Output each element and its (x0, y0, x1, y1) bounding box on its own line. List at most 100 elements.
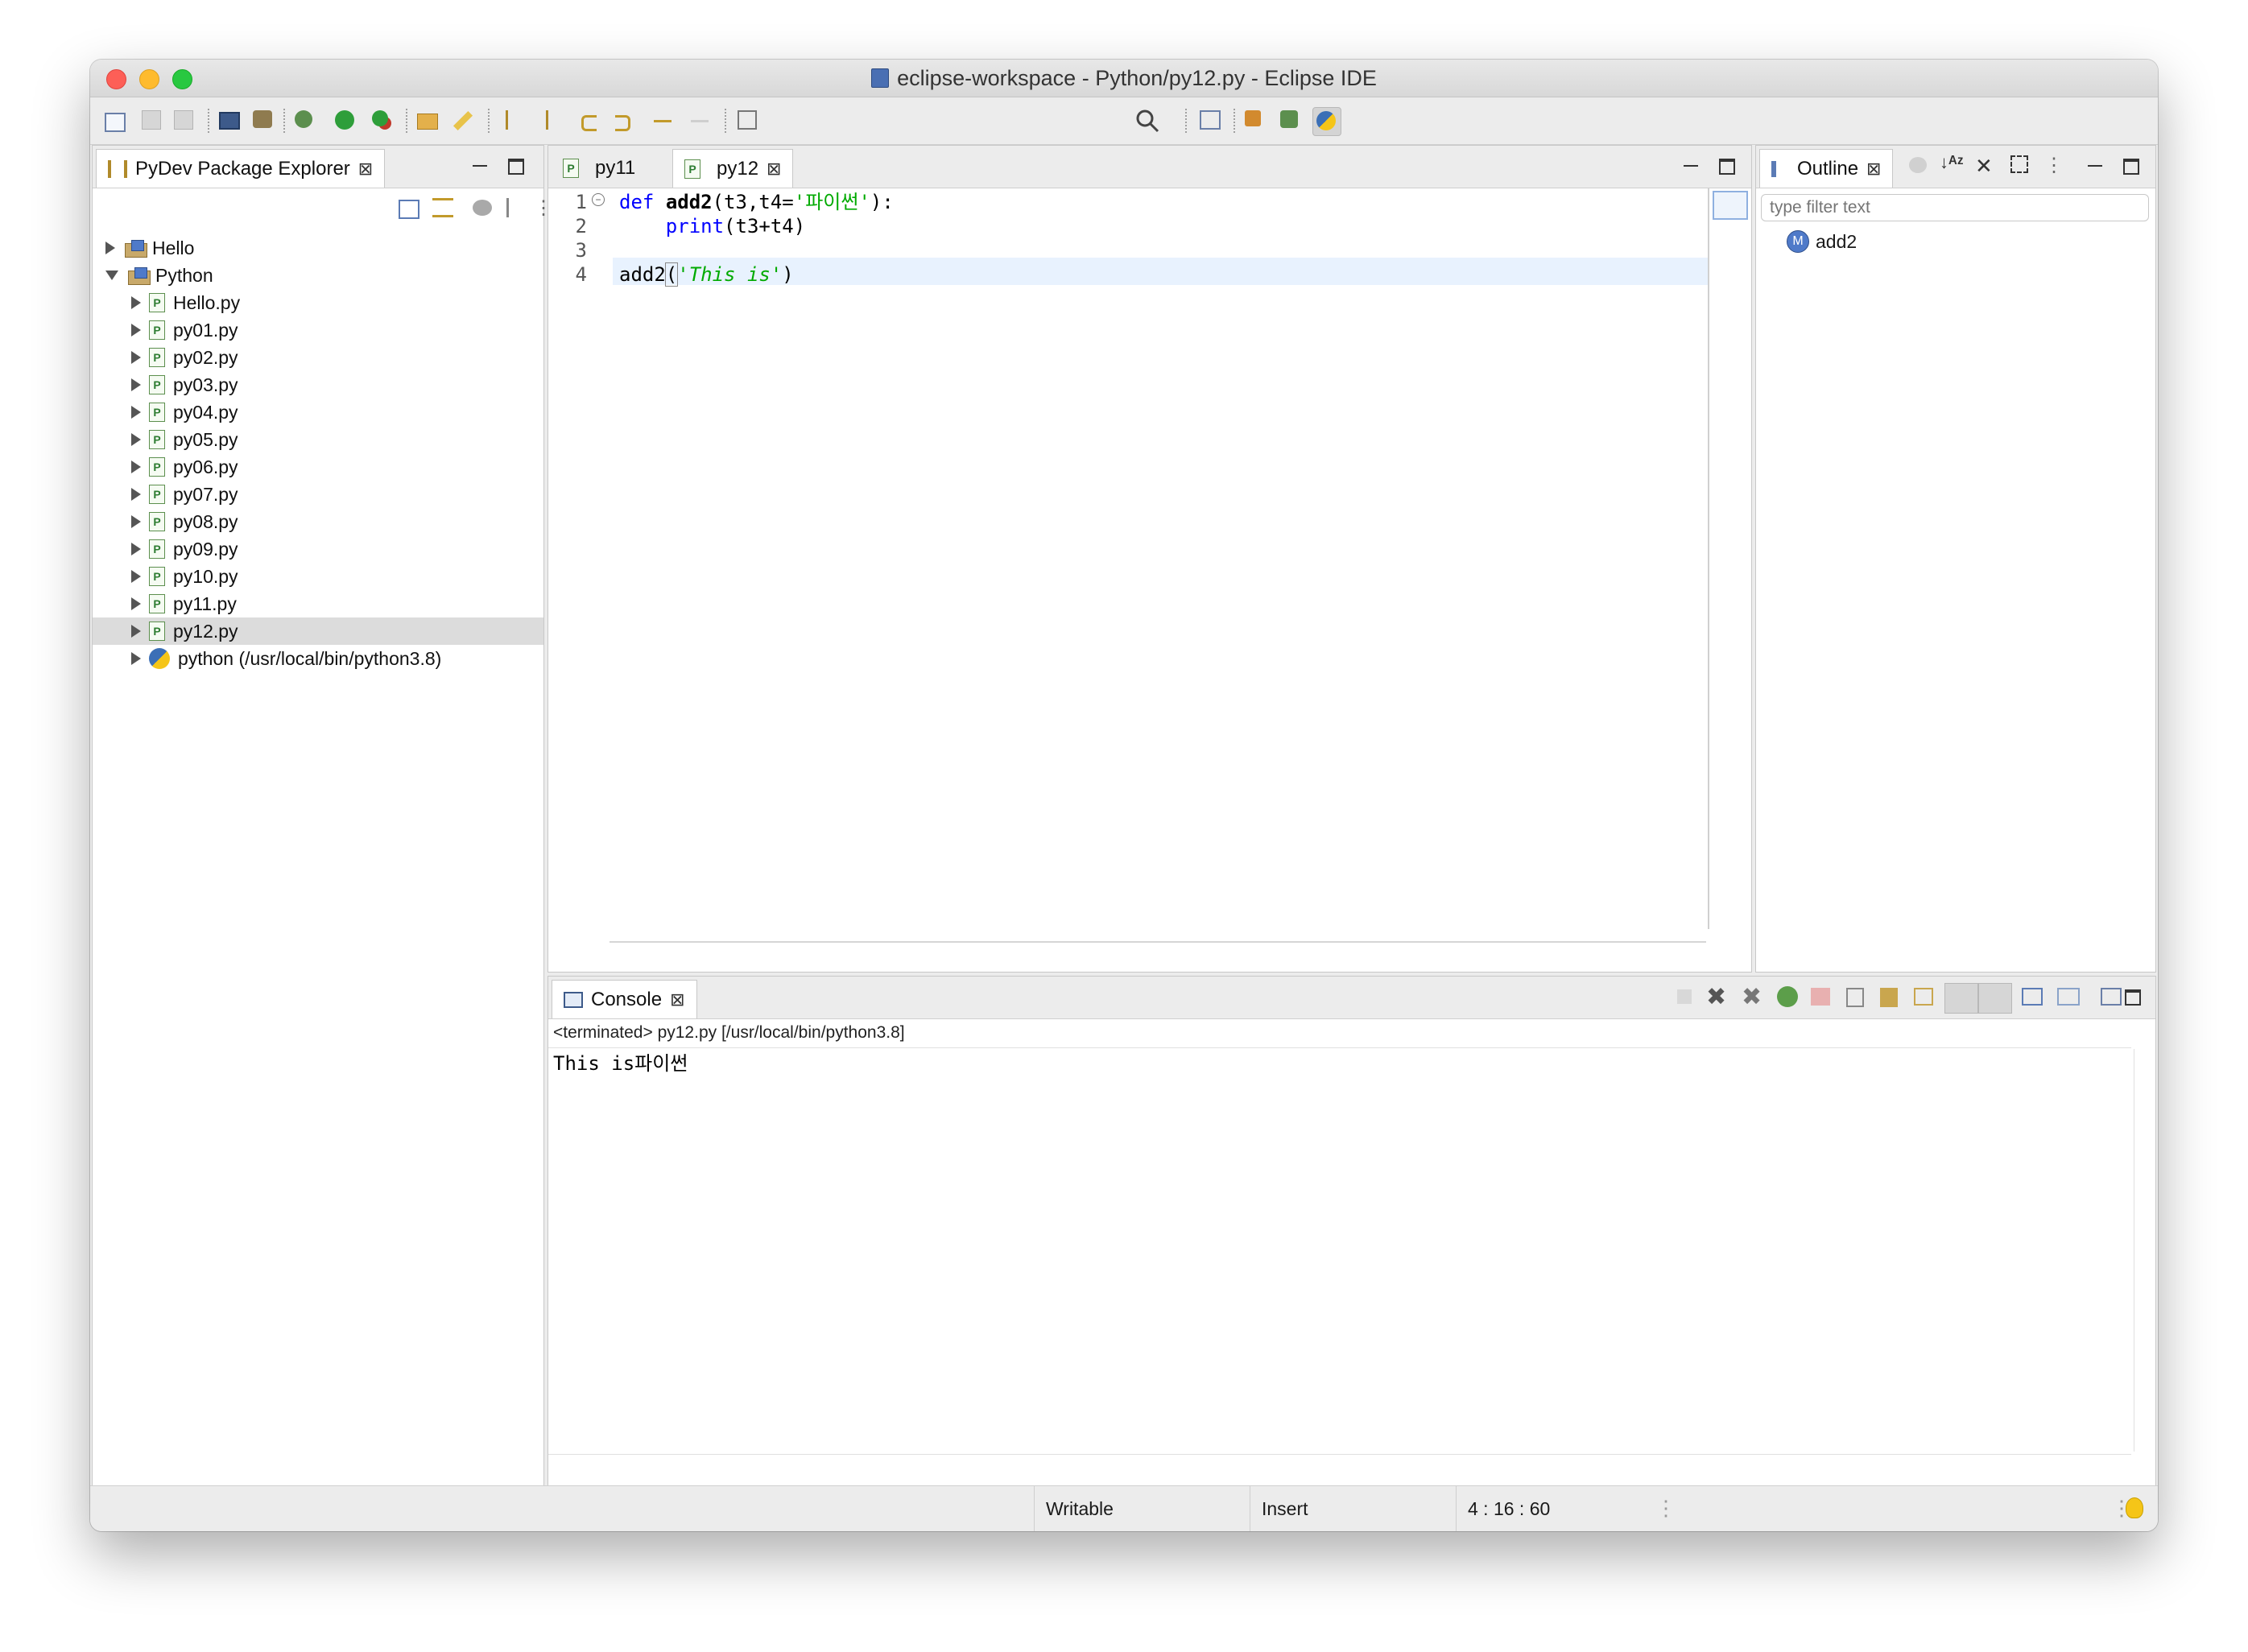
search-icon[interactable] (1134, 107, 1161, 134)
expand-arrow-icon[interactable] (131, 625, 141, 638)
last-edit-location-icon[interactable] (578, 107, 605, 134)
expand-arrow-icon[interactable] (131, 597, 141, 610)
open-console-icon[interactable] (2101, 988, 2122, 1006)
stop-icon[interactable] (1811, 988, 1830, 1006)
tree-item-project[interactable]: Python (93, 262, 543, 289)
clear-console-icon[interactable] (1846, 988, 1864, 1007)
tree-item-file-selected[interactable]: Ppy12.py (93, 617, 543, 645)
expand-arrow-icon[interactable] (131, 296, 141, 309)
debug-perspective-icon[interactable] (1277, 107, 1304, 134)
tab-outline[interactable]: Outline ⊠ (1759, 149, 1894, 188)
tree-item-file[interactable]: Ppy04.py (93, 399, 543, 426)
collapse-all-icon[interactable]: ✕ (1975, 154, 1993, 179)
tree-item-file[interactable]: Ppy03.py (93, 371, 543, 399)
pin-editor-icon[interactable] (734, 107, 762, 134)
close-icon[interactable]: ⊠ (767, 159, 781, 180)
tab-py11[interactable]: P py11 (552, 149, 672, 188)
tree-item-file[interactable]: Ppy01.py (93, 316, 543, 344)
tree-item-file[interactable]: Ppy07.py (93, 481, 543, 508)
run-external-icon[interactable] (369, 107, 396, 134)
close-icon[interactable]: ⊠ (1866, 159, 1881, 180)
back-arrow-icon[interactable] (651, 107, 678, 134)
expand-arrow-icon[interactable] (131, 406, 141, 419)
prev-annotation-icon[interactable] (536, 107, 564, 134)
fold-icon[interactable]: − (592, 193, 605, 206)
expand-arrow-icon[interactable] (131, 488, 141, 501)
collapse-arrow-icon[interactable] (105, 271, 118, 280)
lightbulb-icon[interactable] (2126, 1497, 2143, 1518)
save-button[interactable] (138, 107, 166, 134)
tree-item-file[interactable]: Ppy08.py (93, 508, 543, 535)
pin-console-icon[interactable] (2022, 988, 2043, 1006)
link-with-editor-icon[interactable] (432, 198, 453, 217)
next-annotation-icon[interactable] (496, 107, 523, 134)
console-output-area[interactable]: This is파이썬 (548, 1047, 2131, 1455)
expand-arrow-icon[interactable] (105, 242, 115, 254)
expand-arrow-icon[interactable] (131, 570, 141, 583)
open-perspective-icon[interactable] (1196, 107, 1224, 134)
forward-edit-icon[interactable] (612, 107, 639, 134)
open-folder-icon[interactable] (414, 107, 441, 134)
view-menu-icon[interactable]: ⋮ (2044, 154, 2064, 177)
tree-item-file[interactable]: Ppy10.py (93, 563, 543, 590)
terminal-icon[interactable] (216, 107, 243, 134)
maximize-view-button[interactable] (506, 157, 524, 175)
remove-all-icon[interactable]: ✖ (1742, 983, 1762, 1011)
minimize-editor-button[interactable] (1682, 157, 1700, 175)
show-stderr-icon[interactable] (1978, 983, 2012, 1014)
run-icon[interactable] (332, 107, 359, 134)
maximize-view-button[interactable] (2122, 157, 2139, 175)
tree-item-project[interactable]: Hello (93, 234, 543, 262)
tab-console[interactable]: Console ⊠ (552, 980, 697, 1018)
sort-icon[interactable]: ↓ᴬᶻ (1940, 152, 1964, 173)
expand-arrow-icon[interactable] (131, 543, 141, 555)
remove-launch-icon[interactable]: ✖ (1706, 983, 1726, 1011)
minimize-view-button[interactable] (471, 157, 489, 175)
tree-item-file[interactable]: P Hello.py (93, 289, 543, 316)
overview-ruler-marker[interactable] (1713, 191, 1748, 220)
maximize-editor-button[interactable] (1717, 157, 1735, 175)
outline-item[interactable]: M add2 (1787, 228, 1857, 255)
show-stdout-icon[interactable] (1944, 983, 1978, 1014)
tree-item-file[interactable]: Ppy06.py (93, 453, 543, 481)
tree-item-file[interactable]: Ppy05.py (93, 426, 543, 453)
scroll-lock-icon[interactable] (1880, 988, 1898, 1007)
expand-arrow-icon[interactable] (131, 515, 141, 528)
tab-py12[interactable]: P py12 ⊠ (672, 149, 794, 188)
word-wrap-icon[interactable] (1914, 988, 1933, 1006)
focus-icon[interactable] (506, 198, 526, 217)
zoom-window-button[interactable] (172, 69, 192, 89)
filter-icon[interactable] (473, 200, 492, 216)
expand-arrow-icon[interactable] (131, 324, 141, 337)
collapse-all-icon[interactable] (399, 200, 419, 219)
terminate-icon[interactable] (1677, 989, 1692, 1004)
tree-item-file[interactable]: Ppy09.py (93, 535, 543, 563)
debug-icon[interactable] (291, 107, 319, 134)
expand-arrow-icon[interactable] (131, 460, 141, 473)
console-scrollbar[interactable] (2134, 1049, 2151, 1452)
close-window-button[interactable] (106, 69, 126, 89)
save-all-button[interactable] (171, 107, 198, 134)
tree-item-file[interactable]: Ppy02.py (93, 344, 543, 371)
pydev-perspective-icon[interactable] (1312, 107, 1341, 136)
expand-arrow-icon[interactable] (131, 652, 141, 665)
expand-all-icon[interactable] (2010, 155, 2028, 173)
tab-package-explorer[interactable]: PyDev Package Explorer ⊠ (96, 149, 386, 188)
package-icon[interactable] (250, 107, 277, 134)
minimize-window-button[interactable] (139, 69, 159, 89)
tree-item-file[interactable]: Ppy11.py (93, 590, 543, 617)
expand-arrow-icon[interactable] (131, 351, 141, 364)
forward-arrow-icon[interactable] (688, 107, 715, 134)
filter-icon[interactable] (1909, 157, 1927, 173)
pencil-icon[interactable] (449, 107, 477, 134)
close-icon[interactable]: ⊠ (670, 989, 684, 1010)
code-area[interactable]: 1 2 3 4 − def add2(t3,t4='파이썬'): print(t… (548, 188, 1708, 929)
git-perspective-icon[interactable] (1242, 107, 1269, 134)
horizontal-scrollbar[interactable] (610, 941, 1706, 943)
expand-arrow-icon[interactable] (131, 433, 141, 446)
display-console-icon[interactable] (2057, 988, 2080, 1006)
relaunch-icon[interactable] (1777, 986, 1798, 1007)
new-wizard-button[interactable] (101, 107, 129, 134)
minimize-view-button[interactable] (2086, 157, 2104, 175)
close-icon[interactable]: ⊠ (358, 159, 373, 180)
